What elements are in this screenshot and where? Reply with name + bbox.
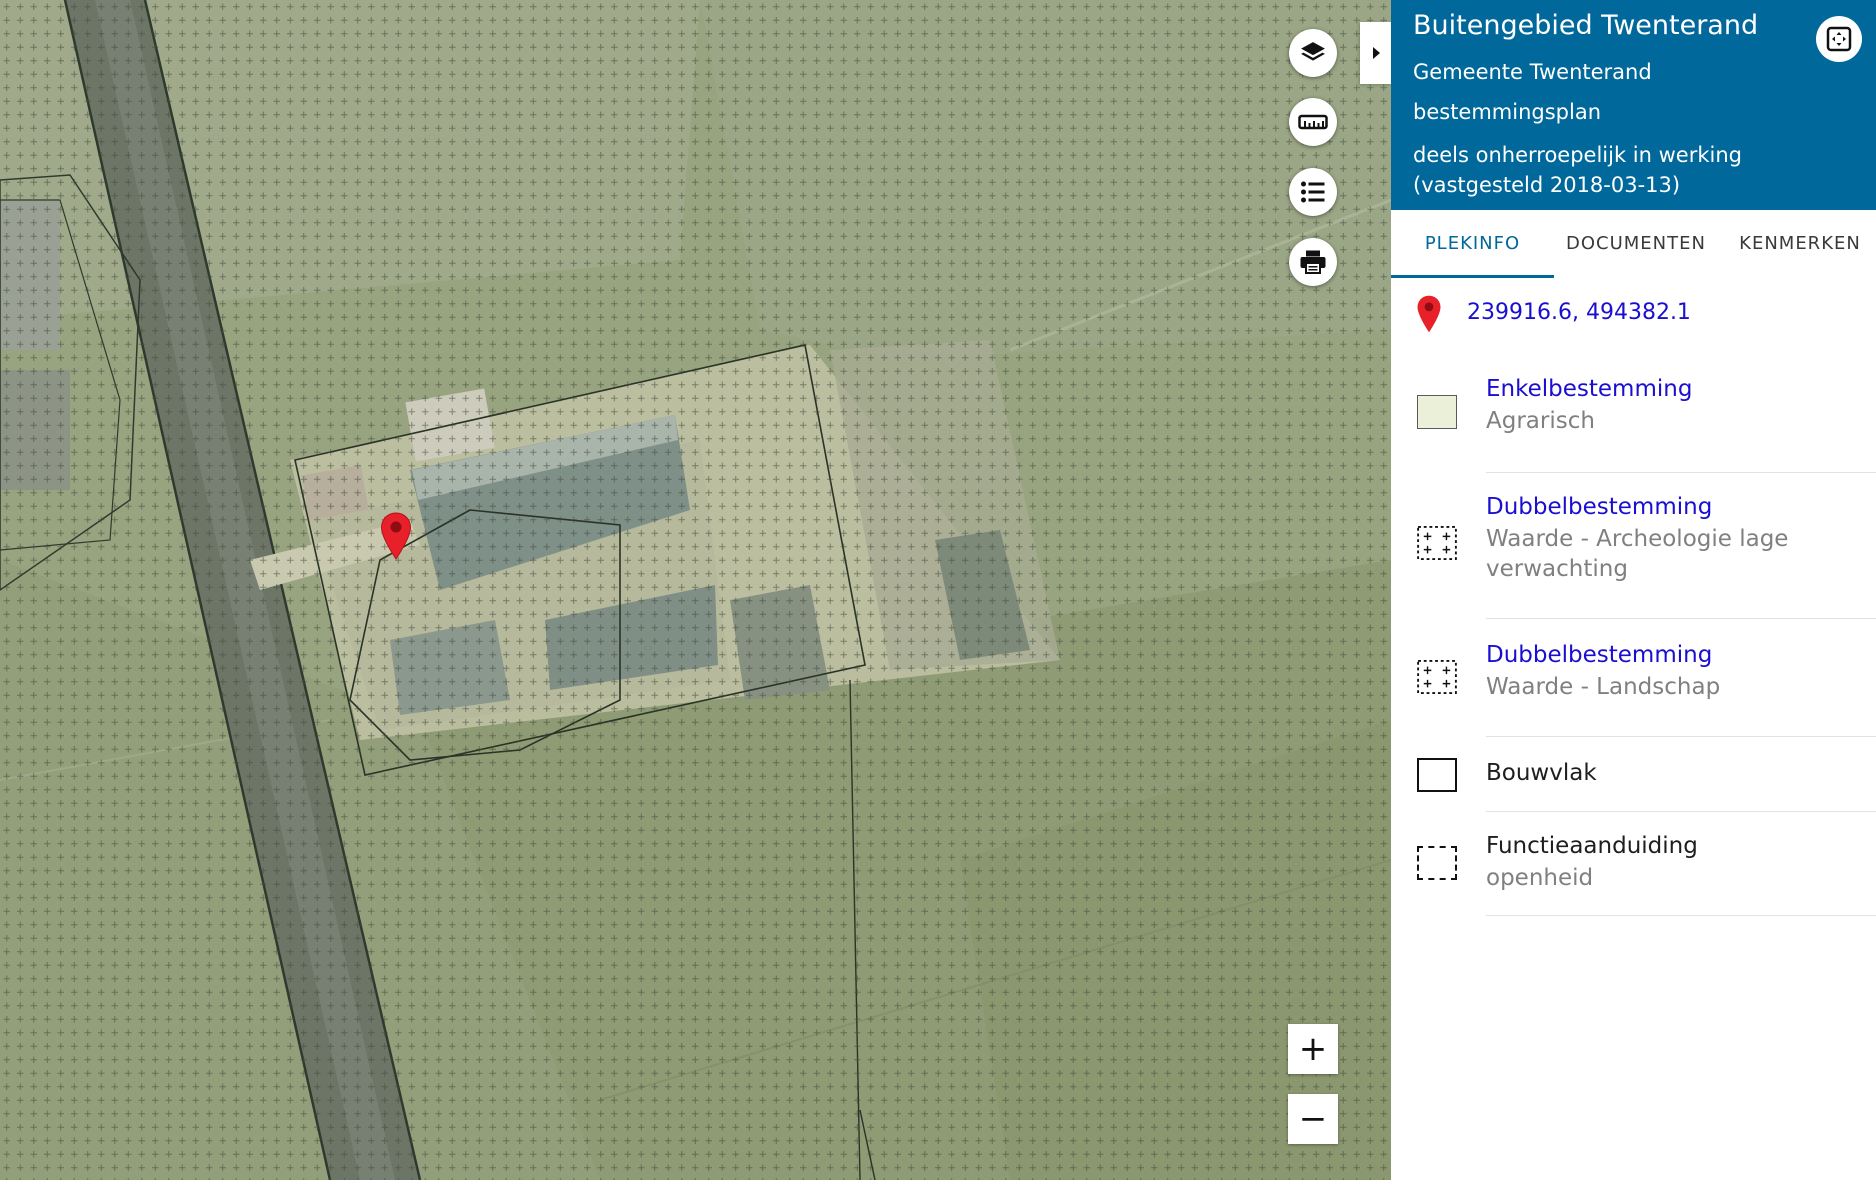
measure-button[interactable] (1289, 98, 1337, 146)
layers-button[interactable] (1289, 29, 1337, 77)
print-button[interactable] (1289, 238, 1337, 286)
swatch-outline (1417, 758, 1457, 792)
fullscreen-button[interactable] (1816, 16, 1862, 62)
legend-subtitle: Waarde - Archeologie lage verwachting (1486, 526, 1789, 582)
plan-municipality: Gemeente Twenterand (1413, 60, 1652, 84)
legend-title[interactable]: Dubbelbestemming (1486, 642, 1712, 668)
legend-button[interactable] (1289, 168, 1337, 216)
map-marker-icon[interactable] (380, 512, 412, 560)
coordinates-link[interactable]: 239916.6, 494382.1 (1467, 300, 1691, 325)
divider (1486, 915, 1876, 916)
divider (1486, 472, 1876, 473)
legend-subtitle: Agrarisch (1486, 408, 1595, 434)
aerial-photo (0, 0, 1391, 1180)
zoom-out-button[interactable]: − (1288, 1094, 1338, 1144)
plan-status: deels onherroepelijk in werking (vastges… (1413, 143, 1742, 197)
swatch-crosses (1417, 660, 1457, 694)
tab-kenmerken[interactable]: KENMERKEN (1718, 210, 1876, 278)
legend-subtitle: openheid (1486, 865, 1594, 891)
printer-icon (1300, 250, 1326, 274)
plan-type: bestemmingsplan (1413, 100, 1602, 124)
list-icon (1301, 181, 1325, 203)
info-panel: Buitengebied Twenterand Gemeente Twenter… (1391, 0, 1876, 1180)
caret-right-icon (1373, 47, 1380, 59)
divider (1486, 811, 1876, 812)
swatch-crosses (1417, 526, 1457, 560)
collapse-panel-button[interactable] (1360, 22, 1391, 84)
legend-subtitle: Waarde - Landschap (1486, 674, 1721, 700)
panel-header: Buitengebied Twenterand Gemeente Twenter… (1391, 0, 1876, 210)
ruler-icon (1298, 114, 1328, 130)
location-marker-icon (1417, 295, 1441, 333)
tab-plekinfo[interactable]: PLEKINFO (1391, 210, 1554, 278)
swatch-dashed (1417, 846, 1457, 880)
legend-title[interactable]: Dubbelbestemming (1486, 494, 1712, 520)
legend-title[interactable]: Enkelbestemming (1486, 376, 1692, 402)
divider (1486, 618, 1876, 619)
legend-title: Bouwvlak (1486, 760, 1597, 786)
tab-documenten[interactable]: DOCUMENTEN (1554, 210, 1718, 278)
swatch-agrarisch (1417, 395, 1457, 429)
legend-title: Functieaanduiding (1486, 833, 1698, 859)
panel-tabs: PLEKINFO DOCUMENTEN KENMERKEN (1391, 210, 1876, 278)
map-view[interactable]: + − (0, 0, 1391, 1180)
fullscreen-icon (1826, 26, 1852, 52)
layers-icon (1301, 42, 1325, 61)
plan-title: Buitengebied Twenterand (1413, 10, 1759, 41)
zoom-in-button[interactable]: + (1288, 1024, 1338, 1074)
divider (1486, 736, 1876, 737)
